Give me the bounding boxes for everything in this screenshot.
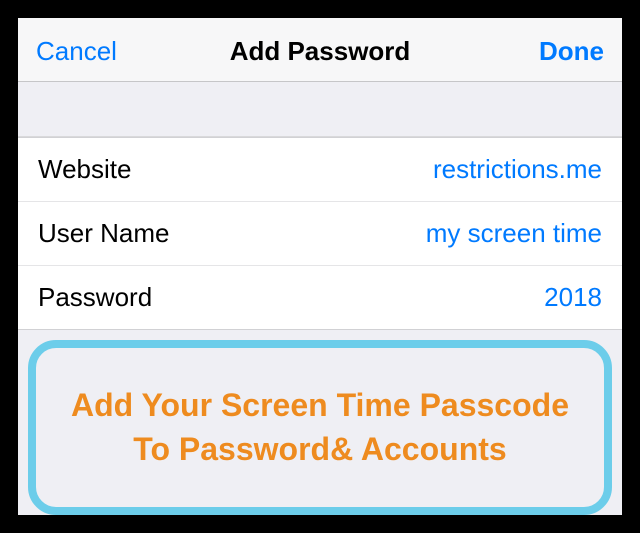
navigation-bar: Cancel Add Password Done: [18, 18, 622, 82]
section-spacer: [18, 82, 622, 137]
password-row[interactable]: Password: [18, 265, 622, 329]
website-input[interactable]: [151, 154, 602, 185]
username-label: User Name: [38, 218, 169, 249]
password-input[interactable]: [172, 282, 602, 313]
annotation-wrap: Add Your Screen Time Passcode To Passwor…: [18, 330, 622, 515]
page-title: Add Password: [230, 36, 411, 67]
cancel-button[interactable]: Cancel: [36, 36, 146, 67]
username-row[interactable]: User Name: [18, 201, 622, 265]
website-row[interactable]: Website: [18, 138, 622, 201]
done-button[interactable]: Done: [494, 36, 604, 67]
annotation-callout: Add Your Screen Time Passcode To Passwor…: [28, 340, 612, 515]
username-input[interactable]: [189, 218, 602, 249]
password-label: Password: [38, 282, 152, 313]
website-label: Website: [38, 154, 131, 185]
settings-modal: Cancel Add Password Done Website User Na…: [18, 18, 622, 515]
form-group: Website User Name Password: [18, 137, 622, 330]
